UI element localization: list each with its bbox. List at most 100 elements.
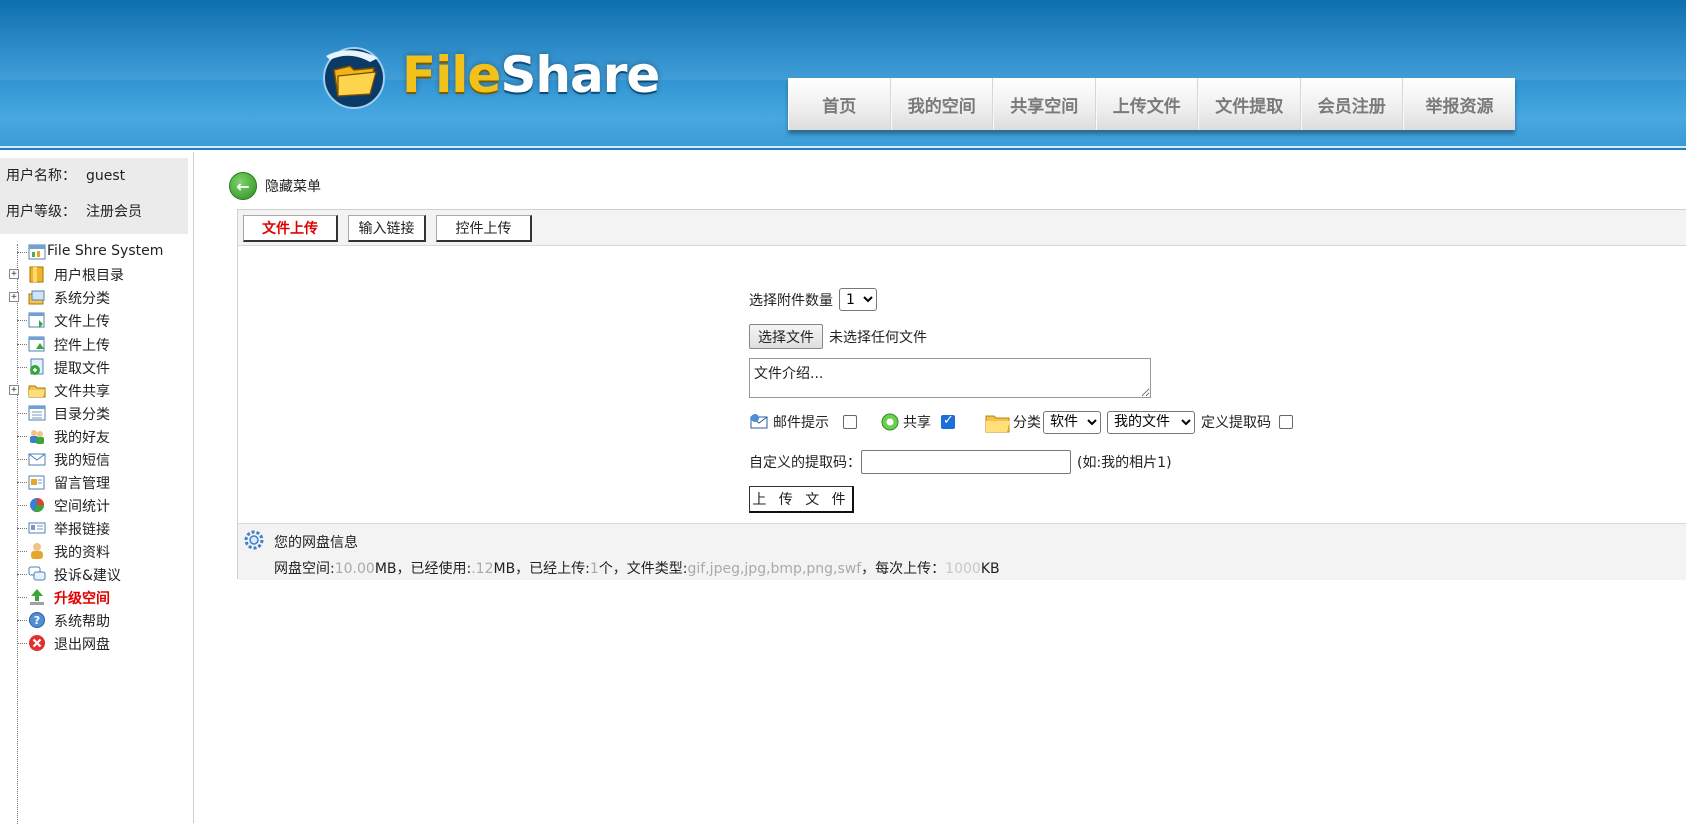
upload-file-button[interactable]: 上 传 文 件: [749, 486, 854, 513]
logo-folder-icon: [323, 47, 385, 109]
tree-item-file-upload[interactable]: 文件上传: [0, 308, 194, 332]
nav-extract-file[interactable]: 文件提取: [1198, 78, 1301, 130]
list-icon: [28, 405, 46, 421]
tree-item-label: 我的资料: [54, 545, 110, 561]
nav-shared-space[interactable]: 共享空间: [993, 78, 1096, 130]
choose-file-button[interactable]: 选择文件: [749, 324, 823, 349]
tree-item-system-help[interactable]: ? 系统帮助: [0, 608, 194, 632]
tree-item-space-stats[interactable]: 空间统计: [0, 493, 194, 517]
used-unit: MB，已经上传:: [493, 561, 590, 577]
tree-item-report-link[interactable]: 举报链接: [0, 516, 194, 540]
per-upload-label: ，每次上传：: [861, 561, 946, 577]
upgrade-icon: [30, 589, 44, 605]
tab-file-upload[interactable]: 文件上传: [243, 215, 338, 242]
user-info-box: 用户名称： guest 用户等级： 注册会员: [0, 158, 188, 234]
tree-item-logout[interactable]: 退出网盘: [0, 631, 194, 655]
card-icon: [28, 522, 46, 534]
tree-item-label: 系统分类: [54, 291, 110, 307]
tree-connector-dot: [17, 528, 27, 529]
notes-icon: [28, 475, 45, 490]
no-file-text: 未选择任何文件: [829, 329, 927, 346]
nav-my-space[interactable]: 我的空间: [890, 78, 993, 130]
tree-item-label: 文件上传: [54, 314, 110, 330]
folder-icon: [29, 266, 44, 283]
custom-code-input[interactable]: [861, 450, 1071, 474]
user-level-value: 注册会员: [86, 204, 142, 220]
attach-count-select[interactable]: 1: [839, 288, 877, 311]
site-header: FileShare 首页 我的空间 共享空间 上传文件 文件提取 会员注册 举报…: [0, 0, 1686, 150]
expand-icon[interactable]: +: [9, 385, 19, 395]
nav-upload-file[interactable]: 上传文件: [1095, 78, 1198, 130]
main-nav: 首页 我的空间 共享空间 上传文件 文件提取 会员注册 举报资源: [788, 78, 1515, 130]
per-upload-value: 1000: [945, 561, 981, 577]
tree-connector-dot: [17, 320, 27, 321]
custom-code-label: 自定义的提取码：: [749, 455, 861, 471]
tab-input-link[interactable]: 输入链接: [348, 215, 426, 242]
share-checkbox[interactable]: [941, 413, 955, 429]
hide-menu-button[interactable]: ← 隐藏菜单: [229, 172, 321, 200]
tree-item-feedback[interactable]: 投诉&建议: [0, 562, 194, 586]
nav-report[interactable]: 举报资源: [1403, 78, 1515, 130]
email-notify-label: 邮件提示: [773, 415, 829, 431]
tree-root-label: File Shre System: [47, 243, 164, 259]
uploaded-value: 1: [589, 561, 599, 577]
tree-item-file-share[interactable]: + 文件共享: [0, 378, 194, 402]
tree-item-upgrade-space[interactable]: 升级空间: [0, 585, 194, 609]
tree-item-label: 用户根目录: [54, 268, 124, 284]
tree-item-label: 投诉&建议: [54, 568, 121, 584]
tree-item-my-friends[interactable]: 我的好友: [0, 424, 194, 448]
user-level-row: 用户等级： 注册会员: [6, 202, 188, 238]
tree-item-label: 控件上传: [54, 338, 110, 354]
user-level-label: 用户等级：: [6, 204, 76, 220]
tree-item-label: 系统帮助: [54, 614, 110, 630]
tree-item-system-category[interactable]: + 系统分类: [0, 285, 194, 309]
email-notify-checkbox[interactable]: [843, 415, 857, 429]
hide-menu-label: 隐藏菜单: [265, 179, 321, 195]
tree-item-my-profile[interactable]: 我的资料: [0, 539, 194, 563]
used-value: .12: [471, 561, 494, 577]
folder-select[interactable]: 我的文件: [1107, 410, 1195, 434]
expand-icon[interactable]: +: [9, 269, 19, 279]
settings-gear-icon: [244, 530, 264, 550]
tree-item-guestbook[interactable]: 留言管理: [0, 470, 194, 494]
expand-icon[interactable]: +: [9, 292, 19, 302]
attach-count-row: 选择附件数量 1: [749, 288, 877, 311]
svg-text:?: ?: [34, 614, 40, 627]
per-upload-unit: KB: [980, 561, 1000, 577]
file-choose-row: 选择文件 未选择任何文件: [749, 324, 927, 349]
tree-item-my-messages[interactable]: 我的短信: [0, 447, 194, 471]
space-value: 10.00: [334, 561, 375, 577]
upload-button-row: 上 传 文 件: [749, 486, 854, 513]
space-label: 网盘空间:: [274, 561, 335, 577]
options-row: 邮件提示 共享 分类 软件 我的文件 定义提取码: [749, 410, 1293, 434]
custom-code-checkbox[interactable]: [1279, 415, 1293, 429]
logo-text-share: Share: [500, 46, 660, 104]
tab-control-upload[interactable]: 控件上传: [436, 215, 532, 242]
tab-bar: 文件上传 输入链接 控件上传: [238, 210, 1686, 246]
tree-item-extract-file[interactable]: 提取文件: [0, 355, 194, 379]
tree-item-control-upload[interactable]: 控件上传: [0, 332, 194, 356]
close-icon: [29, 635, 45, 651]
category-label: 分类: [1013, 415, 1041, 431]
nav-register[interactable]: 会员注册: [1300, 78, 1403, 130]
tree-connector-dot: [17, 344, 27, 345]
tree-item-dir-category[interactable]: 目录分类: [0, 401, 194, 425]
description-row: 文件介绍...: [749, 358, 1151, 398]
tree-connector-dot: [17, 505, 27, 506]
tree-connector-dot: [17, 413, 27, 414]
tree-item-user-root[interactable]: + 用户根目录: [0, 262, 194, 286]
nav-home[interactable]: 首页: [788, 78, 891, 130]
tree-connector-dot: [17, 436, 27, 437]
mail-icon: [28, 453, 46, 466]
tree-connector-dot: [17, 482, 27, 483]
tree-item-label: 文件共享: [54, 384, 110, 400]
email-icon: [750, 414, 768, 429]
category-folder-icon: [985, 415, 1010, 433]
tree-root[interactable]: File Shre System: [0, 240, 194, 264]
chat-icon: [28, 566, 46, 581]
tree-connector-dot: [17, 551, 27, 552]
tree-item-label: 目录分类: [54, 407, 110, 423]
description-textarea[interactable]: 文件介绍...: [749, 358, 1151, 398]
custom-code-row: 自定义的提取码： (如:我的相片1): [749, 450, 1172, 474]
category-select[interactable]: 软件: [1043, 410, 1101, 434]
